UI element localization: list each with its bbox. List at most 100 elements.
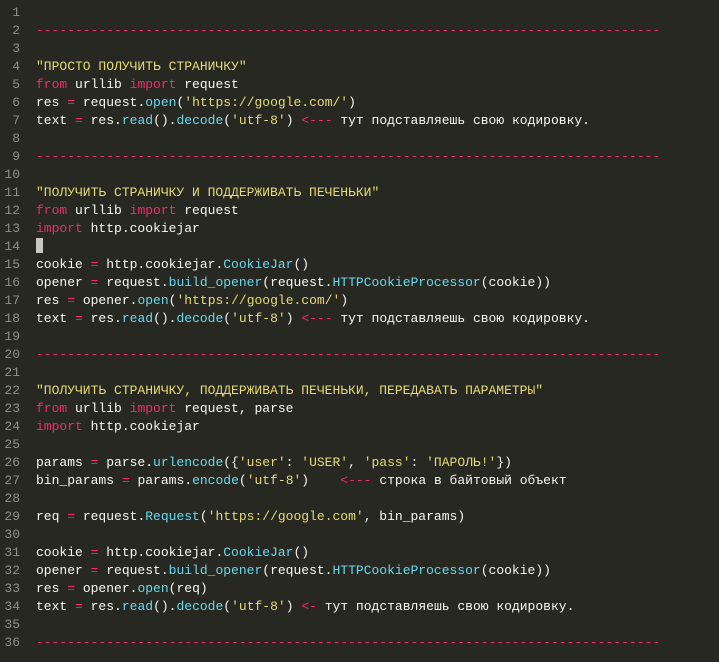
line-number: 10 <box>4 166 20 184</box>
code-line[interactable]: import http.cookiejar <box>36 220 711 238</box>
code-line[interactable] <box>36 40 711 58</box>
code-token: req <box>36 509 67 524</box>
code-line[interactable]: "ПОЛУЧИТЬ СТРАНИЧКУ И ПОДДЕРЖИВАТЬ ПЕЧЕН… <box>36 184 711 202</box>
code-token: text <box>36 113 75 128</box>
code-token: ( <box>223 599 231 614</box>
code-token: }) <box>496 455 512 470</box>
code-token: = <box>75 599 83 614</box>
code-token: opener. <box>75 293 137 308</box>
line-number: 29 <box>4 508 20 526</box>
code-token: : <box>411 455 427 470</box>
code-token: 'USER' <box>301 455 348 470</box>
code-line[interactable]: text = res.read().decode('utf-8') <- тут… <box>36 598 711 616</box>
code-token: () <box>293 545 309 560</box>
code-token: request. <box>98 275 168 290</box>
code-line[interactable] <box>36 130 711 148</box>
code-line[interactable] <box>36 616 711 634</box>
code-line[interactable]: import http.cookiejar <box>36 418 711 436</box>
code-token: "ПРОСТО ПОЛУЧИТЬ СТРАНИЧКУ" <box>36 59 247 74</box>
line-number: 15 <box>4 256 20 274</box>
line-number: 27 <box>4 472 20 490</box>
code-line[interactable]: opener = request.build_opener(request.HT… <box>36 274 711 292</box>
code-token: res <box>36 581 67 596</box>
code-token: import <box>130 401 177 416</box>
code-line[interactable]: from urllib import request, parse <box>36 400 711 418</box>
code-token: read <box>122 311 153 326</box>
code-token: urllib <box>67 77 129 92</box>
code-line[interactable]: req = request.Request('https://google.co… <box>36 508 711 526</box>
code-line[interactable]: ----------------------------------------… <box>36 346 711 364</box>
code-token: = <box>75 311 83 326</box>
code-token: http.cookiejar. <box>98 545 223 560</box>
code-token: = <box>67 581 75 596</box>
code-line[interactable] <box>36 238 711 256</box>
code-token: parse. <box>98 455 153 470</box>
line-number: 36 <box>4 634 20 652</box>
code-token: 'utf-8' <box>247 473 302 488</box>
code-line[interactable]: params = parse.urlencode({'user': 'USER'… <box>36 454 711 472</box>
code-token: = <box>67 293 75 308</box>
code-line[interactable]: res = request.open('https://google.com/'… <box>36 94 711 112</box>
code-token: opener <box>36 563 91 578</box>
code-editor[interactable]: 1234567891011121314151617181920212223242… <box>0 0 719 662</box>
code-line[interactable] <box>36 436 711 454</box>
code-token: text <box>36 311 75 326</box>
code-token: тут подставляешь свою кодировку. <box>317 599 574 614</box>
code-token: (). <box>153 311 176 326</box>
code-line[interactable]: ----------------------------------------… <box>36 148 711 166</box>
code-line[interactable] <box>36 328 711 346</box>
code-line[interactable]: from urllib import request <box>36 202 711 220</box>
code-token: <--- <box>301 311 332 326</box>
code-line[interactable] <box>36 364 711 382</box>
code-token: from <box>36 77 67 92</box>
line-number: 33 <box>4 580 20 598</box>
code-line[interactable] <box>36 526 711 544</box>
line-number: 1 <box>4 4 20 22</box>
line-number: 13 <box>4 220 20 238</box>
code-token: 'user' <box>239 455 286 470</box>
code-line[interactable]: cookie = http.cookiejar.CookieJar() <box>36 544 711 562</box>
code-token: = <box>67 95 75 110</box>
code-token: ) <box>286 113 302 128</box>
code-token: ) <box>286 311 302 326</box>
code-line[interactable] <box>36 490 711 508</box>
code-line[interactable]: "ПОЛУЧИТЬ СТРАНИЧКУ, ПОДДЕРЖИВАТЬ ПЕЧЕНЬ… <box>36 382 711 400</box>
code-token: ----------------------------------------… <box>36 23 660 38</box>
code-token: "ПОЛУЧИТЬ СТРАНИЧКУ И ПОДДЕРЖИВАТЬ ПЕЧЕН… <box>36 185 379 200</box>
code-line[interactable]: text = res.read().decode('utf-8') <--- т… <box>36 310 711 328</box>
line-number: 16 <box>4 274 20 292</box>
line-number: 20 <box>4 346 20 364</box>
code-token: ( <box>223 113 231 128</box>
code-token: 'utf-8' <box>231 113 286 128</box>
code-token: = <box>67 509 75 524</box>
code-token: text <box>36 599 75 614</box>
code-line[interactable]: res = opener.open(req) <box>36 580 711 598</box>
code-line[interactable] <box>36 166 711 184</box>
code-line[interactable]: res = opener.open('https://google.com/') <box>36 292 711 310</box>
code-line[interactable]: cookie = http.cookiejar.CookieJar() <box>36 256 711 274</box>
code-token: params <box>36 455 91 470</box>
code-line[interactable]: "ПРОСТО ПОЛУЧИТЬ СТРАНИЧКУ" <box>36 58 711 76</box>
line-number: 35 <box>4 616 20 634</box>
code-line[interactable]: opener = request.build_opener(request.HT… <box>36 562 711 580</box>
line-number: 28 <box>4 490 20 508</box>
code-token: http.cookiejar <box>83 221 200 236</box>
code-token: res. <box>83 311 122 326</box>
code-area[interactable]: ----------------------------------------… <box>28 0 719 662</box>
code-token: opener. <box>75 581 137 596</box>
code-line[interactable]: bin_params = params.encode('utf-8') <---… <box>36 472 711 490</box>
code-token: тут подставляешь свою кодировку. <box>333 113 590 128</box>
code-line[interactable]: ----------------------------------------… <box>36 634 711 652</box>
code-line[interactable] <box>36 4 711 22</box>
code-line[interactable]: from urllib import request <box>36 76 711 94</box>
line-number: 31 <box>4 544 20 562</box>
code-token: , bin_params) <box>364 509 465 524</box>
code-token: urlencode <box>153 455 223 470</box>
code-token: read <box>122 113 153 128</box>
code-token: ----------------------------------------… <box>36 635 660 650</box>
line-number: 18 <box>4 310 20 328</box>
code-token: res. <box>83 599 122 614</box>
code-token: request <box>176 77 238 92</box>
code-line[interactable]: ----------------------------------------… <box>36 22 711 40</box>
code-line[interactable]: text = res.read().decode('utf-8') <--- т… <box>36 112 711 130</box>
